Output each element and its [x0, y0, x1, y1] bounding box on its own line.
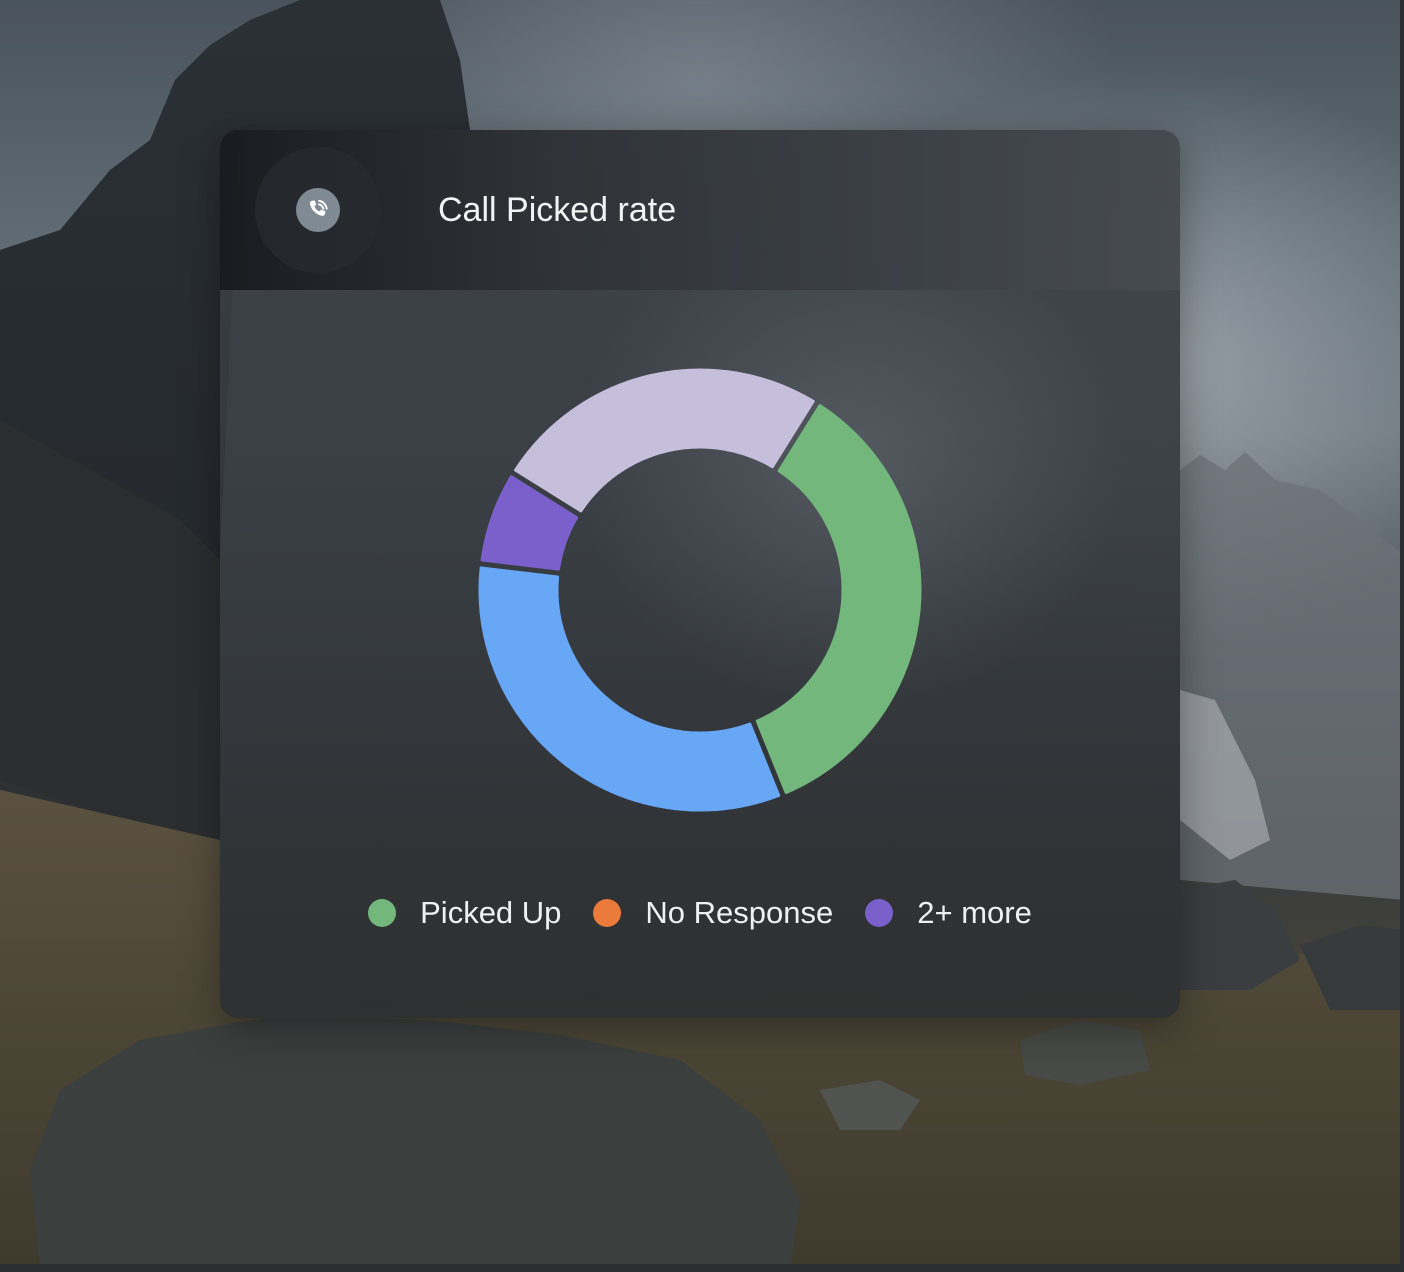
legend-label: No Response [645, 895, 834, 930]
donut-chart [478, 368, 922, 812]
card-header: Call Picked rate [220, 130, 1180, 290]
legend-dot-icon [865, 899, 894, 927]
legend-dot-icon [593, 899, 622, 927]
legend-label: Picked Up [420, 895, 562, 930]
donut-slice-4[interactable] [514, 368, 815, 513]
chart-legend: Picked Up No Response 2+ more [220, 885, 1180, 941]
phone-call-icon [296, 188, 340, 232]
legend-item-3[interactable]: 2+ more [865, 895, 1032, 931]
donut-slice-1[interactable] [755, 404, 922, 794]
donut-slice-2[interactable] [478, 566, 781, 812]
card-title: Call Picked rate [438, 191, 677, 229]
legend-item-1[interactable]: Picked Up [368, 895, 561, 931]
donut-chart-area [220, 290, 1180, 850]
legend-label: 2+ more [917, 895, 1032, 930]
call-picked-rate-card: Call Picked rate Picked Up No Response 2+ … [220, 130, 1180, 1018]
legend-item-2[interactable]: No Response [593, 895, 833, 931]
window-edge-bottom [0, 1264, 1404, 1272]
window-edge-right [1400, 0, 1404, 1272]
legend-dot-icon [368, 899, 397, 927]
